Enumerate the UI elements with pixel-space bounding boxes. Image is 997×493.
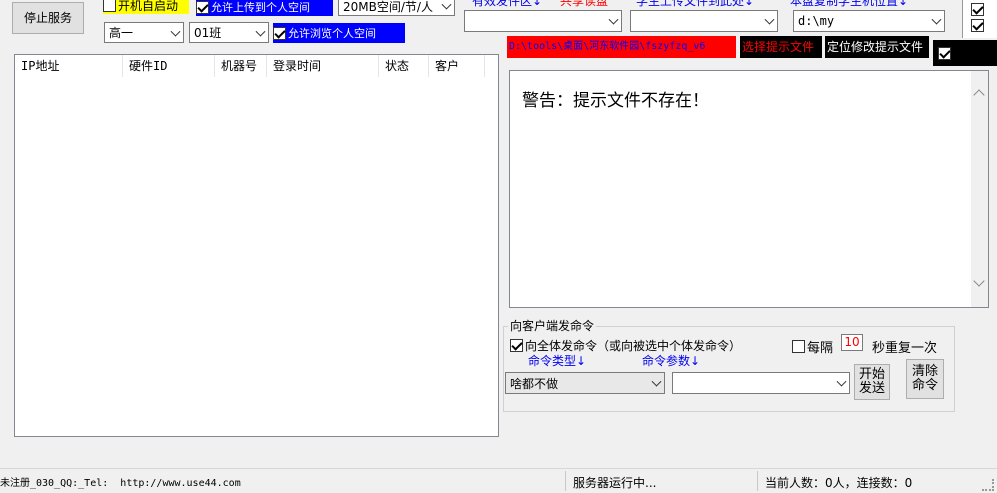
clear-command-button[interactable]: 清除 命令	[906, 359, 944, 399]
upload-space-label: 允许上传到个人空间	[211, 1, 310, 14]
chevron-down-icon	[764, 14, 775, 25]
hint-path: D:\tools\桌面\河东软件园\fszyfzq_v6	[507, 36, 736, 58]
col-login-time[interactable]: 登录时间	[267, 55, 379, 77]
grade-value: 高一	[109, 26, 134, 40]
upload-space-checkbox[interactable]: 允许上传到个人空间	[196, 0, 333, 16]
space-size-select[interactable]: 20MB空间/节/人	[338, 0, 455, 16]
link-student-upload[interactable]: 学生上传文件到此处↓	[636, 0, 754, 9]
cmd-param-label: 命令参数↓	[642, 354, 701, 368]
status-divider-1	[565, 471, 566, 491]
right-panel	[962, 0, 997, 38]
right-checkbox-2[interactable]	[971, 19, 984, 32]
col-hardware-id[interactable]: 硬件ID	[123, 55, 215, 77]
start-send-button[interactable]: 开始 发送	[854, 364, 890, 400]
col-client[interactable]: 客户	[429, 55, 485, 77]
cmd-type-label: 命令类型↓	[528, 354, 587, 368]
col-machine-no[interactable]: 机器号	[215, 55, 267, 77]
right-checkbox-1[interactable]	[971, 3, 984, 16]
chevron-down-icon	[255, 26, 266, 37]
cmd-param-select[interactable]	[672, 372, 850, 394]
scroll-down-icon[interactable]	[973, 275, 985, 287]
client-table[interactable]: IP地址 硬件ID 机器号 登录时间 状态 客户	[14, 54, 499, 437]
chevron-down-icon	[836, 376, 847, 387]
locate-hint-button[interactable]: 定位修改提示文件	[825, 36, 929, 58]
repeat-checkbox[interactable]: 每隔	[792, 337, 833, 356]
status-left: 未注册_030_QQ:_Tel: http://www.use44.com	[0, 478, 241, 489]
col-status[interactable]: 状态	[379, 55, 429, 77]
student-upload-select[interactable]	[630, 10, 778, 32]
link-copy-location[interactable]: 本盘复制学生机位置↓	[790, 0, 908, 9]
class-select[interactable]: 01班	[189, 22, 269, 43]
chevron-down-icon	[651, 376, 662, 387]
select-hint-button[interactable]: 选择提示文件	[740, 36, 822, 58]
browse-space-checkbox[interactable]: 允许浏览个人空间	[273, 23, 405, 43]
scrollbar[interactable]	[971, 71, 988, 307]
col-ip[interactable]: IP地址	[15, 55, 123, 77]
browse-space-label: 允许浏览个人空间	[288, 27, 376, 40]
command-group-title: 向客户端发命令	[508, 317, 597, 334]
dest-path-select[interactable]: d:\my	[793, 10, 945, 32]
status-center: 服务器运行中...	[573, 476, 657, 490]
hint-checkbox	[938, 47, 951, 60]
interval-input[interactable]: 10	[841, 334, 863, 351]
repeat-every-label: 每隔	[807, 341, 834, 356]
autostart-label: 开机自启动	[118, 0, 179, 13]
space-size-value: 20MB空间/节/人	[343, 0, 433, 14]
chevron-down-icon	[441, 0, 452, 10]
chevron-down-icon	[170, 26, 181, 37]
upload-space-box	[196, 0, 209, 14]
stop-service-button[interactable]: 停止服务	[12, 2, 84, 34]
browse-space-box	[273, 26, 286, 40]
hint-checkbox-block[interactable]	[933, 40, 997, 66]
class-value: 01班	[194, 26, 222, 40]
cmd-type-value: 啥都不做	[510, 376, 559, 391]
message-textarea[interactable]: 警告：提示文件不存在！	[509, 70, 989, 308]
status-right: 当前人数：0人，连接数：0	[765, 476, 913, 490]
link-shared-disk[interactable]: 共享读盘	[560, 0, 608, 9]
resize-grip-icon[interactable]	[982, 479, 994, 491]
repeat-seconds-label: 秒重复一次	[872, 341, 938, 356]
chevron-down-icon	[608, 14, 619, 25]
grade-select[interactable]: 高一	[104, 22, 184, 43]
scroll-up-icon[interactable]	[973, 89, 985, 101]
dest-path-value: d:\my	[798, 14, 835, 28]
send-area-select[interactable]	[464, 10, 622, 32]
autostart-checkbox[interactable]: 开机自启动	[103, 0, 189, 14]
send-all-box	[510, 339, 523, 352]
autostart-box	[103, 0, 116, 12]
message-text: 警告：提示文件不存在！	[522, 91, 709, 111]
status-bar: 未注册_030_QQ:_Tel: http://www.use44.com 服务…	[0, 468, 997, 493]
cmd-type-select[interactable]: 啥都不做	[505, 372, 665, 394]
status-divider-2	[757, 471, 758, 491]
chevron-down-icon	[931, 14, 942, 25]
link-send-area[interactable]: 有效发件区↓	[472, 0, 542, 9]
repeat-box	[792, 340, 805, 353]
